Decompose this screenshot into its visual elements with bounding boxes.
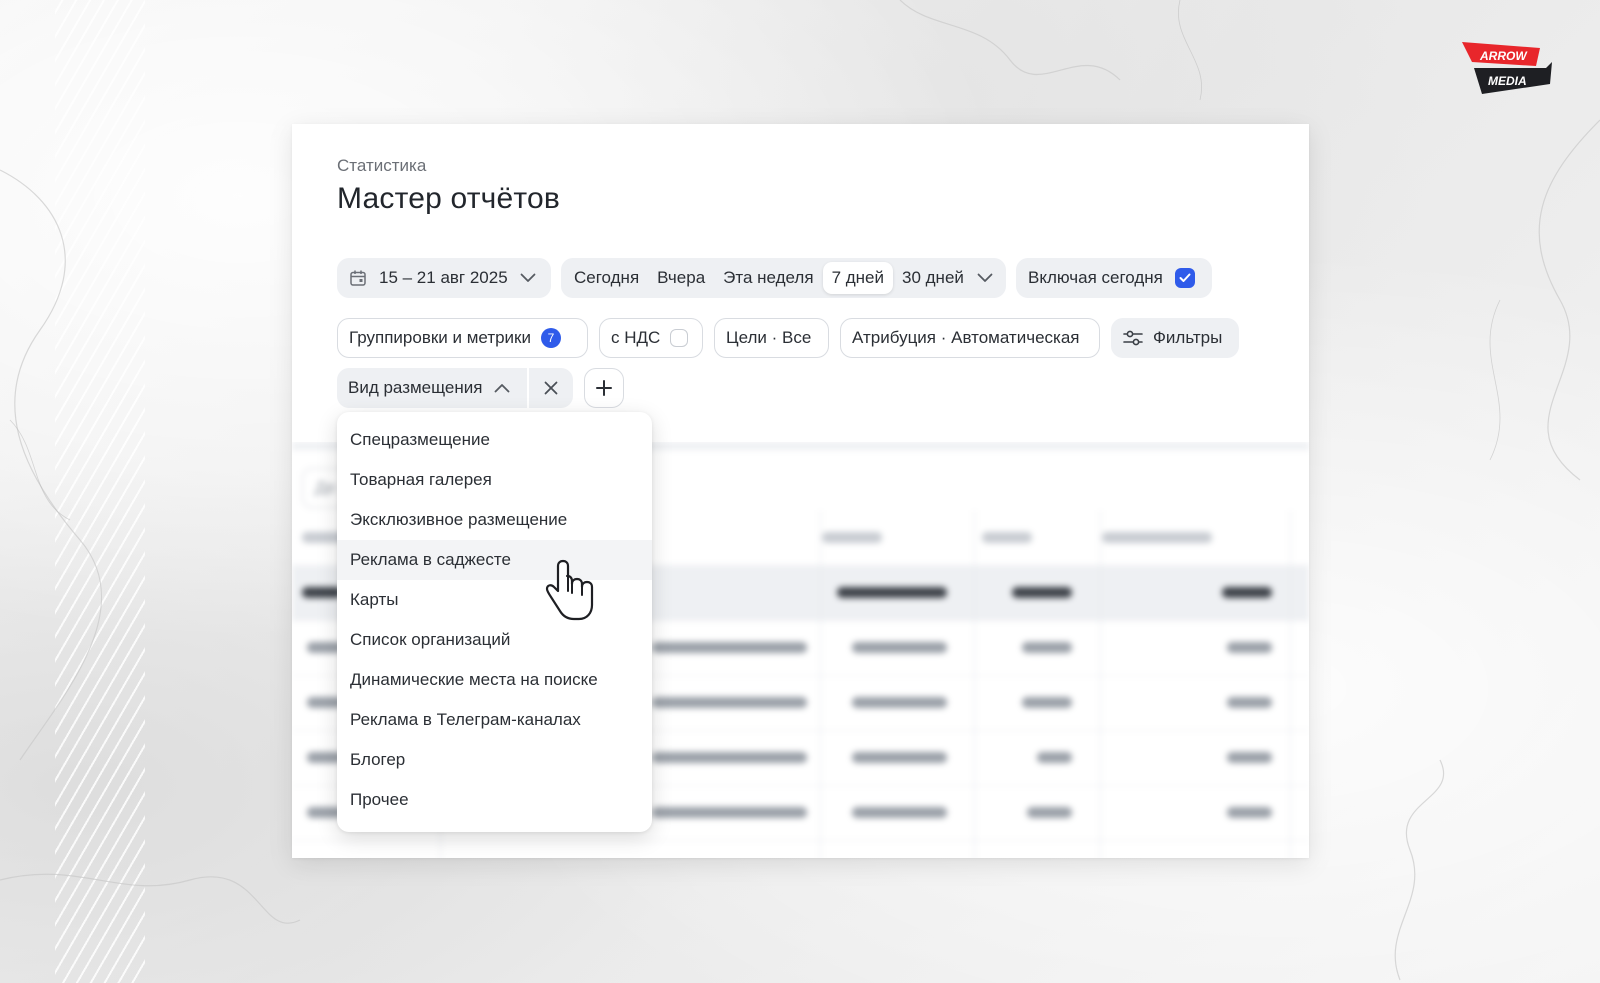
include-today-label: Включая сегодня (1028, 268, 1163, 287)
report-header: Статистика Мастер отчётов 15 – 21 авг 20… (292, 124, 1309, 442)
page-title: Мастер отчётов (337, 182, 561, 215)
placement-option[interactable]: Товарная галерея (337, 460, 652, 500)
placement-option[interactable]: Блогер (337, 740, 652, 780)
attribution-label: Атрибуция · Автоматическая (852, 328, 1080, 347)
include-today-checkbox[interactable] (1174, 268, 1195, 288)
placement-option[interactable]: Реклама в Телеграм-каналах (337, 700, 652, 740)
svg-text:MEDIA: MEDIA (1488, 74, 1527, 88)
vat-checkbox[interactable] (670, 329, 689, 347)
svg-text:ARROW: ARROW (1479, 49, 1528, 63)
period-7-days[interactable]: 7 дней (822, 262, 893, 294)
include-today-toggle[interactable]: Включая сегодня (1016, 258, 1212, 298)
groupings-count-badge: 7 (541, 328, 561, 348)
clear-placement-filter-button[interactable] (529, 368, 573, 408)
goals-label: Цели · Все (726, 328, 812, 347)
sliders-icon (1123, 329, 1143, 347)
date-range-picker[interactable]: 15 – 21 авг 2025 (337, 258, 551, 298)
placement-option[interactable]: Прочее (337, 780, 652, 820)
filters-button[interactable]: Фильтры (1111, 318, 1239, 358)
period-today[interactable]: Сегодня (565, 262, 648, 294)
close-icon (544, 381, 558, 395)
groupings-label: Группировки и метрики (349, 328, 531, 347)
plus-icon (595, 379, 613, 397)
period-yesterday[interactable]: Вчера (648, 262, 714, 294)
groupings-metrics-button[interactable]: Группировки и метрики 7 (337, 318, 588, 358)
vat-toggle[interactable]: с НДС (599, 318, 703, 358)
goals-selector[interactable]: Цели · Все (714, 318, 829, 358)
calendar-icon (349, 269, 367, 287)
placement-option[interactable]: Карты (337, 580, 652, 620)
placement-option[interactable]: Эксклюзивное размещение (337, 500, 652, 540)
placement-type-dropdown: Спецразмещение Товарная галерея Эксклюзи… (337, 412, 652, 832)
add-filter-button[interactable] (584, 368, 624, 408)
vat-label: с НДС (611, 328, 661, 347)
placement-filter-label: Вид размещения (348, 378, 483, 397)
attribution-selector[interactable]: Атрибуция · Автоматическая (840, 318, 1100, 358)
placement-option-hovered[interactable]: Реклама в саджесте (337, 540, 652, 580)
placement-type-filter[interactable]: Вид размещения (337, 368, 527, 408)
placement-option[interactable]: Спецразмещение (337, 420, 652, 460)
date-range-value: 15 – 21 авг 2025 (379, 268, 508, 287)
hand-pointer-cursor-icon (545, 559, 594, 621)
chevron-down-icon[interactable] (977, 273, 993, 283)
chevron-up-icon (494, 383, 510, 393)
period-this-week[interactable]: Эта неделя (714, 262, 822, 294)
period-30-days[interactable]: 30 дней (893, 262, 973, 294)
quick-period-selector: Сегодня Вчера Эта неделя 7 дней 30 дней (561, 258, 1006, 298)
breadcrumb[interactable]: Статистика (337, 156, 426, 176)
placement-option[interactable]: Список организаций (337, 620, 652, 660)
chevron-down-icon (520, 273, 536, 283)
arrow-media-logo: ARROW MEDIA (1462, 42, 1552, 94)
filters-label: Фильтры (1153, 328, 1223, 347)
placement-option[interactable]: Динамические места на поиске (337, 660, 652, 700)
